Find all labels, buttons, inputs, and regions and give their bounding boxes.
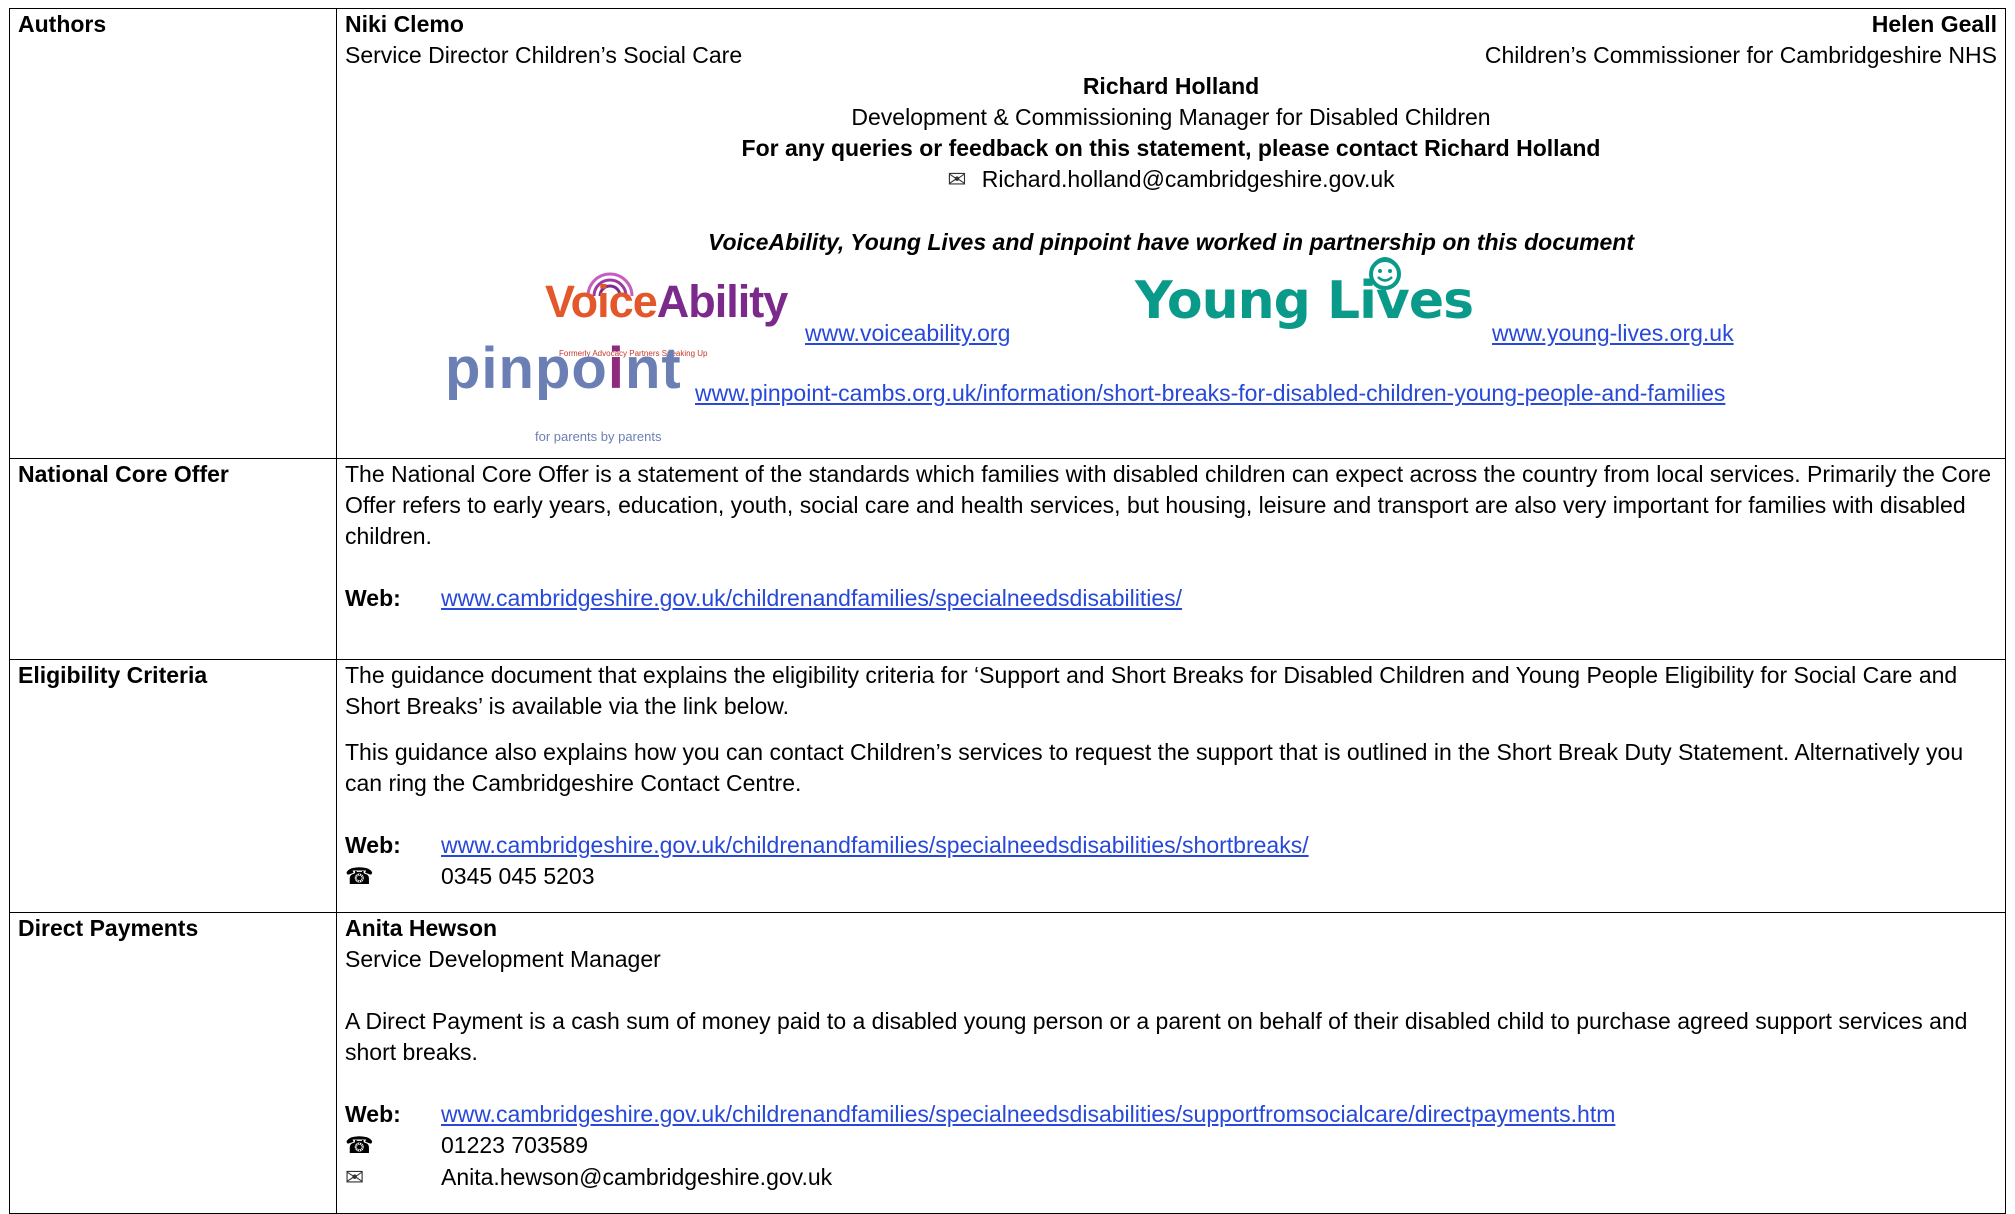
web-label: Web: xyxy=(345,585,401,611)
direct-payments-web-link[interactable]: www.cambridgeshire.gov.uk/childrenandfam… xyxy=(441,1099,1615,1130)
direct-payments-label: Direct Payments xyxy=(9,912,337,1214)
eligibility-text-1: The guidance document that explains the … xyxy=(345,662,1958,719)
eligibility-phone: 0345 045 5203 xyxy=(441,863,595,889)
younglives-link[interactable]: www.young-lives.org.uk xyxy=(1492,318,1734,349)
eligibility-label: Eligibility Criteria xyxy=(9,659,337,913)
author-roles-line: Service Director Children’s Social Care … xyxy=(345,40,1997,71)
authors-row: Authors Niki Clemo Helen Geall Service D… xyxy=(9,8,2006,459)
pinpoint-logo-text: pinpoint xyxy=(445,336,682,401)
author-right-role: Children’s Commissioner for Cambridgeshi… xyxy=(1484,42,1997,68)
voiceability-logo-text: VoiceAbility xyxy=(545,276,788,327)
partner-logos: VoiceAbility Formerly Advocacy Partners … xyxy=(345,257,1997,458)
eligibility-text-2: This guidance also explains how you can … xyxy=(345,739,1964,796)
core-offer-content: The National Core Offer is a statement o… xyxy=(336,458,2006,660)
authors-content: Niki Clemo Helen Geall Service Director … xyxy=(336,8,2006,459)
pinpoint-logo: pinpoint for parents by parents xyxy=(445,336,705,445)
core-offer-web-line: Web: www.cambridgeshire.gov.uk/childrena… xyxy=(345,583,1997,614)
envelope-icon: ✉ xyxy=(345,1165,365,1191)
author-email-line: ✉ Richard.holland@cambridgeshire.gov.uk xyxy=(345,164,1997,196)
author-center-name: Richard Holland xyxy=(1082,73,1260,99)
eligibility-row: Eligibility Criteria The guidance docume… xyxy=(9,659,2006,913)
core-offer-text: The National Core Offer is a statement o… xyxy=(345,461,1992,549)
telephone-icon: ☎ xyxy=(345,1133,374,1159)
direct-payments-text: A Direct Payment is a cash sum of money … xyxy=(345,1008,1968,1065)
author-email: Richard.holland@cambridgeshire.gov.uk xyxy=(981,166,1395,192)
core-offer-web-link[interactable]: www.cambridgeshire.gov.uk/childrenandfam… xyxy=(441,583,1182,614)
direct-payments-email: Anita.hewson@cambridgeshire.gov.uk xyxy=(441,1164,833,1190)
younglives-logo-text: Young Lives xyxy=(1135,271,1474,331)
eligibility-web-line: Web: www.cambridgeshire.gov.uk/childrena… xyxy=(345,830,1997,861)
eligibility-content: The guidance document that explains the … xyxy=(336,659,2006,913)
eligibility-phone-line: ☎ 0345 045 5203 xyxy=(345,861,1997,893)
direct-payments-phone-line: ☎ 01223 703589 xyxy=(345,1130,1997,1162)
pinpoint-logo-subtitle: for parents by parents xyxy=(535,429,662,444)
direct-payments-web-line: Web: www.cambridgeshire.gov.uk/childrena… xyxy=(345,1099,1997,1130)
authors-label: Authors xyxy=(9,8,337,459)
direct-payments-content: Anita Hewson Service Development Manager… xyxy=(336,912,2006,1214)
author-right-name: Helen Geall xyxy=(1871,11,1997,37)
author-center-role: Development & Commissioning Manager for … xyxy=(851,104,1491,130)
author-left-name: Niki Clemo xyxy=(345,11,464,37)
document-table: Authors Niki Clemo Helen Geall Service D… xyxy=(9,8,2006,1214)
direct-payments-contact-role: Service Development Manager xyxy=(345,946,661,972)
web-label: Web: xyxy=(345,832,401,858)
direct-payments-row: Direct Payments Anita Hewson Service Dev… xyxy=(9,912,2006,1214)
core-offer-row: National Core Offer The National Core Of… xyxy=(9,458,2006,660)
direct-payments-phone: 01223 703589 xyxy=(441,1132,589,1158)
voiceability-logo: VoiceAbility Formerly Advocacy Partners … xyxy=(545,258,788,358)
eligibility-web-link[interactable]: www.cambridgeshire.gov.uk/childrenandfam… xyxy=(441,830,1309,861)
author-names-line: Niki Clemo Helen Geall xyxy=(345,9,1997,40)
core-offer-label: National Core Offer xyxy=(9,458,337,660)
direct-payments-email-line: ✉ Anita.hewson@cambridgeshire.gov.uk xyxy=(345,1162,1997,1194)
telephone-icon: ☎ xyxy=(345,864,374,890)
voiceability-link[interactable]: www.voiceability.org xyxy=(805,318,1010,349)
author-left-role: Service Director Children’s Social Care xyxy=(345,42,743,68)
queries-text: For any queries or feedback on this stat… xyxy=(741,135,1601,161)
partnership-text: VoiceAbility, Young Lives and pinpoint h… xyxy=(707,229,1635,255)
envelope-icon: ✉ xyxy=(947,167,967,193)
younglives-logo: Young Lives xyxy=(1135,257,1485,348)
web-label: Web: xyxy=(345,1101,401,1127)
direct-payments-contact-name: Anita Hewson xyxy=(345,915,498,941)
pinpoint-link[interactable]: www.pinpoint-cambs.org.uk/information/sh… xyxy=(695,378,1725,409)
